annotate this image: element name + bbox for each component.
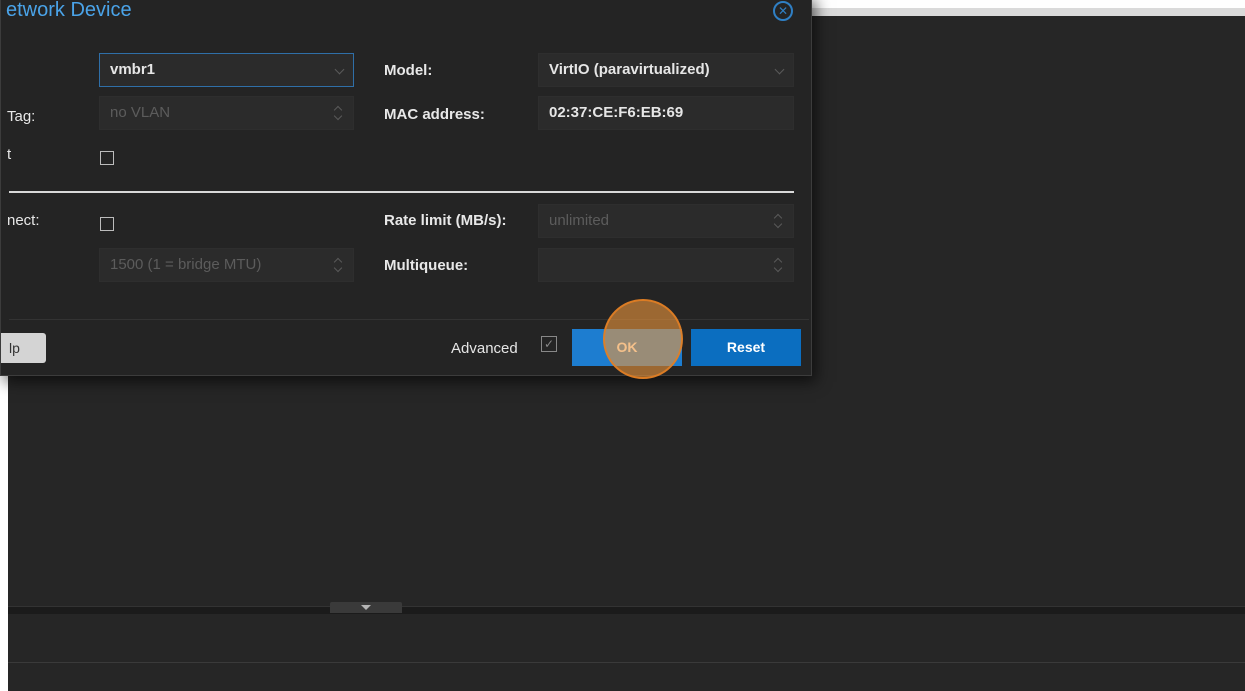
rate-limit-placeholder: unlimited <box>549 212 610 229</box>
vlan-tag-placeholder: no VLAN <box>110 104 171 121</box>
mac-address-label: MAC address: <box>384 106 485 123</box>
mac-address-value: 02:37:CE:F6:EB:69 <box>549 104 684 121</box>
bottom-panel-divider <box>8 662 1245 663</box>
firewall-label: t <box>7 146 12 163</box>
mtu-placeholder: 1500 (1 = bridge MTU) <box>110 256 262 273</box>
multiqueue-label: Multiqueue: <box>384 257 469 274</box>
top-strip <box>811 8 1245 16</box>
firewall-checkbox[interactable] <box>100 151 114 165</box>
mac-address-input[interactable]: 02:37:CE:F6:EB:69 <box>538 96 794 130</box>
help-button[interactable]: lp <box>1 333 46 363</box>
advanced-label: Advanced <box>451 340 518 357</box>
spinner-icon[interactable] <box>333 105 343 121</box>
vlan-tag-label: Tag: <box>7 108 36 125</box>
chevron-down-icon <box>361 605 371 610</box>
rate-limit-input[interactable]: unlimited <box>538 204 794 238</box>
bridge-value: vmbr1 <box>110 61 156 78</box>
disconnect-label: nect: <box>7 212 40 229</box>
reset-button-label: Reset <box>726 339 766 355</box>
spinner-icon[interactable] <box>333 257 343 273</box>
spinner-icon[interactable] <box>773 257 783 273</box>
screen: etwork Device ✕ Tag: t nect: vmbr1 no VL… <box>0 0 1245 691</box>
dialog-title: etwork Device <box>6 0 132 21</box>
spinner-icon[interactable] <box>773 213 783 229</box>
ok-button[interactable]: OK <box>572 329 682 366</box>
network-device-dialog: etwork Device ✕ Tag: t nect: vmbr1 no VL… <box>0 0 812 379</box>
disconnect-checkbox[interactable] <box>100 217 114 231</box>
reset-button[interactable]: Reset <box>691 329 801 366</box>
multiqueue-input[interactable] <box>538 248 794 282</box>
panel-splitter[interactable] <box>8 606 1245 614</box>
model-label: Model: <box>384 62 433 79</box>
bridge-select[interactable]: vmbr1 <box>99 53 354 87</box>
model-value: VirtIO (paravirtualized) <box>549 61 710 78</box>
footer-divider <box>9 319 809 320</box>
chevron-down-icon[interactable] <box>774 64 785 75</box>
advanced-checkbox[interactable]: ✓ <box>541 336 557 352</box>
rate-limit-label: Rate limit (MB/s): <box>384 212 507 229</box>
mtu-input[interactable]: 1500 (1 = bridge MTU) <box>99 248 354 282</box>
chevron-down-icon[interactable] <box>334 64 345 75</box>
close-icon[interactable]: ✕ <box>773 1 793 21</box>
advanced-separator <box>9 191 794 193</box>
vlan-tag-input[interactable]: no VLAN <box>99 96 354 130</box>
collapse-handle[interactable] <box>330 602 402 613</box>
ok-button-label: OK <box>616 339 638 355</box>
model-select[interactable]: VirtIO (paravirtualized) <box>538 53 794 87</box>
